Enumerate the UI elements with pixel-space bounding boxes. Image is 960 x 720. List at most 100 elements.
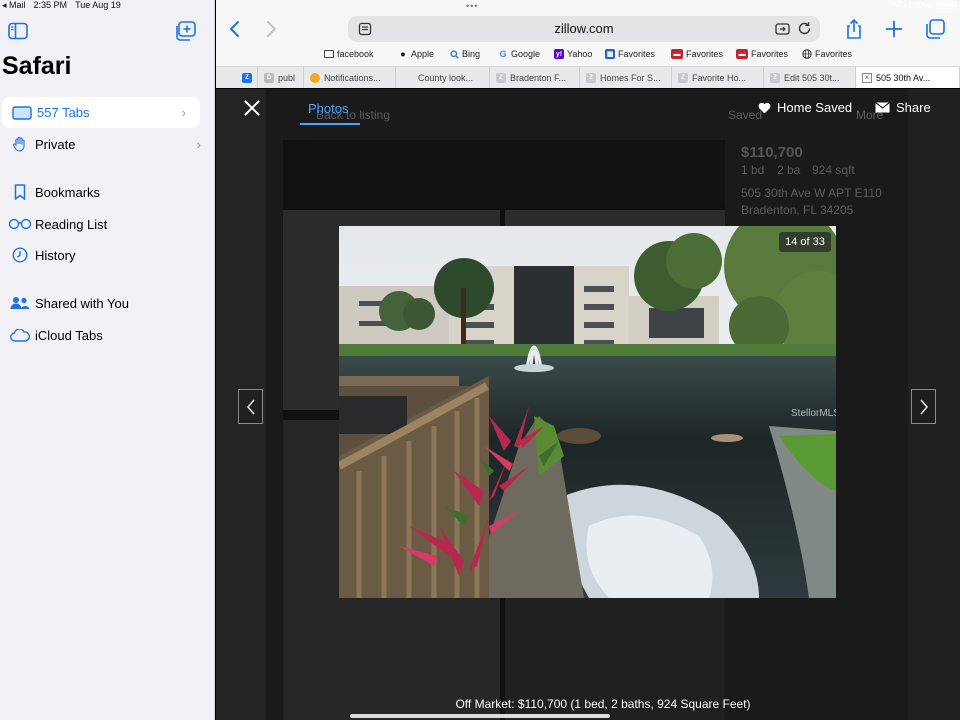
tab-item-active[interactable]: × 505 30th Av... bbox=[856, 67, 960, 88]
sidebar-item-tabs[interactable]: 557 Tabs › bbox=[2, 97, 200, 128]
favorite-folder-3[interactable]: ▬ Favorites bbox=[736, 49, 788, 59]
status-time: 2:35 PM bbox=[33, 0, 68, 10]
tab-item[interactable]: Z Favorite Ho... bbox=[672, 67, 764, 88]
favorite-folder-4[interactable]: Favorites bbox=[802, 49, 852, 59]
status-date: Tue Aug 19 bbox=[75, 0, 121, 10]
sidebar-item-label: Shared with You bbox=[35, 295, 129, 311]
home-saved-button[interactable]: Home Saved bbox=[758, 100, 852, 115]
chevron-left-icon bbox=[246, 398, 255, 415]
home-saved-label: Home Saved bbox=[777, 100, 853, 115]
tab-item[interactable]: D publ bbox=[258, 67, 304, 88]
favorite-label: Yahoo bbox=[567, 49, 593, 59]
new-tab-group-icon[interactable] bbox=[175, 21, 197, 41]
search-icon bbox=[449, 49, 459, 59]
new-tab-button[interactable] bbox=[883, 18, 905, 40]
favorite-google[interactable]: G Google bbox=[498, 49, 540, 59]
favorite-bing[interactable]: Bing bbox=[449, 49, 480, 59]
listing-address-line2: Bradenton, FL 34205 bbox=[741, 203, 854, 217]
address-bar[interactable]: zillow.com bbox=[348, 16, 820, 42]
listing-price: $110,700 bbox=[741, 144, 803, 161]
safari-sidebar: Safari 557 Tabs › Private › Bookmarks Re… bbox=[0, 0, 215, 720]
sidebar-toggle-icon[interactable] bbox=[8, 22, 28, 40]
favorite-folder-2[interactable]: ▬ Favorites bbox=[671, 49, 723, 59]
favorite-label: Favorites bbox=[815, 49, 853, 59]
tab-overview-icon bbox=[926, 19, 945, 39]
favorite-label: Favorites bbox=[618, 49, 656, 59]
listing-baths: 2 ba bbox=[777, 163, 801, 177]
sidebar-item-label: 557 Tabs bbox=[37, 105, 90, 120]
favorite-facebook[interactable]: facebook bbox=[324, 49, 374, 59]
notifications-favicon bbox=[310, 72, 320, 83]
car-icon: ▬ bbox=[671, 49, 683, 59]
hand-icon bbox=[8, 135, 32, 153]
tab-photos[interactable]: Photos bbox=[308, 101, 348, 116]
tab-item[interactable]: County look... bbox=[396, 67, 490, 88]
safari-toolbar: zillow.com facebook ● Apple Bing G Googl… bbox=[216, 0, 960, 88]
folder-icon bbox=[324, 50, 334, 58]
tab-label: Favorite Ho... bbox=[692, 72, 747, 83]
tab-label: 505 30th Av... bbox=[876, 72, 931, 83]
close-icon bbox=[244, 100, 260, 116]
tab-item[interactable]: Notifications... bbox=[304, 67, 396, 88]
share-listing-button[interactable]: Share bbox=[875, 100, 931, 115]
tab-label: publ bbox=[278, 72, 296, 83]
chevron-right-icon: › bbox=[181, 105, 186, 120]
cloud-icon bbox=[8, 326, 32, 344]
favorite-apple[interactable]: ● Apple bbox=[398, 49, 434, 59]
tab-item[interactable]: Z Homes For S... bbox=[580, 67, 672, 88]
favorite-folder-1[interactable]: ▦ Favorites bbox=[605, 49, 655, 59]
battery-icon bbox=[936, 1, 956, 9]
mail-icon bbox=[875, 102, 890, 113]
sidebar-item-shared-with-you[interactable]: Shared with You bbox=[0, 288, 215, 318]
sidebar-item-label: iCloud Tabs bbox=[35, 327, 103, 343]
share-icon bbox=[847, 18, 861, 39]
tab-item[interactable]: Z Edit 505 30t... bbox=[764, 67, 856, 88]
multitasking-dots[interactable]: ••• bbox=[466, 1, 478, 11]
grid-icon: ▦ bbox=[605, 49, 615, 59]
tab-label: Notifications... bbox=[324, 72, 381, 83]
favorite-label: Google bbox=[511, 49, 541, 59]
extension-icon[interactable] bbox=[775, 22, 790, 36]
sidebar-item-bookmarks[interactable]: Bookmarks bbox=[0, 177, 215, 207]
tabs-icon bbox=[10, 104, 34, 122]
forward-button[interactable] bbox=[264, 20, 278, 38]
bookmark-icon bbox=[8, 183, 32, 201]
plus-icon bbox=[886, 21, 902, 37]
sidebar-item-history[interactable]: History bbox=[0, 240, 215, 270]
tab-strip: Z D publ Notifications... County look...… bbox=[216, 66, 960, 88]
back-to-app-link[interactable]: ◂ Mail bbox=[2, 0, 26, 11]
sidebar-item-private[interactable]: Private › bbox=[0, 129, 215, 159]
tab-item[interactable]: Z Bradenton F... bbox=[490, 67, 580, 88]
tab-overview-button[interactable] bbox=[924, 18, 946, 40]
photo-counter: 14 of 33 bbox=[779, 232, 831, 252]
sidebar-item-label: Reading List bbox=[35, 216, 108, 232]
sidebar-item-label: History bbox=[35, 247, 76, 263]
next-photo-button[interactable] bbox=[911, 389, 936, 424]
favorite-label: Favorites bbox=[686, 49, 724, 59]
google-icon: G bbox=[499, 49, 507, 59]
active-tab-indicator bbox=[300, 123, 360, 125]
home-indicator[interactable] bbox=[350, 714, 610, 718]
clock-icon bbox=[8, 246, 32, 264]
sidebar-item-reading-list[interactable]: Reading List bbox=[0, 209, 215, 239]
tab-label: Homes For S... bbox=[600, 72, 661, 83]
back-button[interactable] bbox=[228, 20, 242, 38]
sidebar-item-label: Private bbox=[35, 136, 76, 152]
close-tab-icon[interactable]: × bbox=[862, 72, 872, 83]
favorite-yahoo[interactable]: y! Yahoo bbox=[554, 49, 592, 59]
sidebar-item-icloud-tabs[interactable]: iCloud Tabs bbox=[0, 320, 215, 350]
zillow-favicon: Z bbox=[678, 72, 688, 83]
zillow-favicon: Z bbox=[770, 72, 780, 83]
share-button[interactable] bbox=[843, 18, 865, 40]
sidebar-item-label: Bookmarks bbox=[35, 184, 101, 200]
listing-beds: 1 bd bbox=[741, 163, 765, 177]
close-lightbox-button[interactable] bbox=[242, 98, 262, 118]
tab-item[interactable]: Z bbox=[238, 67, 258, 88]
listing-address-line1: 505 30th Ave W APT E110 bbox=[741, 186, 882, 200]
chevron-right-icon bbox=[919, 398, 928, 415]
people-icon bbox=[8, 294, 32, 312]
battery-percent: 100% bbox=[907, 0, 931, 10]
reload-icon[interactable] bbox=[797, 21, 812, 36]
previous-photo-button[interactable] bbox=[238, 389, 263, 424]
zillow-favicon: Z bbox=[242, 72, 252, 83]
